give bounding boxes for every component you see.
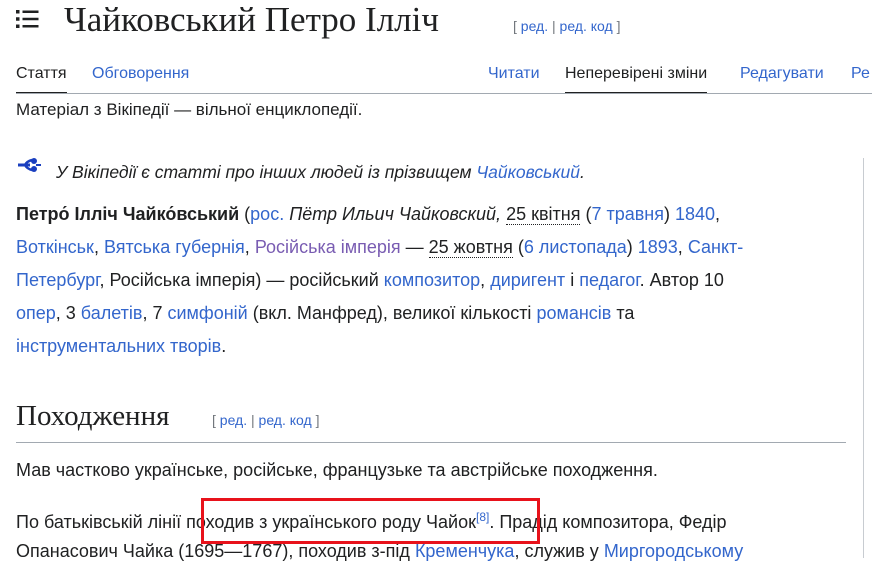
infobox-edge (863, 158, 864, 558)
hatnote-text: У Вікіпедії є статті про інших людей із … (56, 162, 477, 182)
conductor-link[interactable]: диригент (490, 270, 565, 290)
ballets-link[interactable]: балетів (81, 303, 143, 323)
tab-read[interactable]: Читати (488, 64, 540, 84)
lead-line-2: Воткінськ, Вятська губернія, Російська і… (16, 231, 836, 264)
hatnote-end: . (580, 162, 585, 182)
section-edit-link[interactable]: ред. (220, 412, 247, 428)
text: і (565, 270, 580, 290)
edit-separator: | (552, 18, 556, 34)
edit-bracket-close: ] (315, 412, 320, 428)
death-date-ns-link[interactable]: 6 листопада (524, 237, 627, 257)
lang-link-ru[interactable]: рос. (250, 204, 284, 224)
text: , (244, 237, 255, 257)
text: Опанасович Чайка (1695—1767), походив з-… (16, 541, 415, 561)
edit-bracket-close: ] (616, 18, 621, 34)
birth-date-ns-link[interactable]: 7 травня (591, 204, 664, 224)
saint-petersburg-link-a[interactable]: Санкт- (688, 237, 743, 257)
birth-date: 25 квітня (506, 204, 581, 225)
votkinsk-link[interactable]: Воткінськ (16, 237, 94, 257)
russian-name: Пётр Ильич Чайковский, (284, 204, 507, 224)
lead-line-5: інструментальних творів. (16, 330, 836, 363)
text: , 7 (142, 303, 168, 323)
text: , (480, 270, 491, 290)
instrumental-works-link[interactable]: інструментальних творів (16, 336, 221, 356)
romances-link[interactable]: романсів (536, 303, 611, 323)
kremenchuk-link[interactable]: Кременчука (415, 541, 515, 561)
text: . Автор 10 (639, 270, 724, 290)
hatnote-link[interactable]: Чайковський (476, 162, 580, 182)
text: ( (512, 237, 524, 257)
tab-article[interactable]: Стаття (16, 64, 67, 94)
text: . (221, 336, 227, 356)
section-edit-source-link[interactable]: ред. код (259, 412, 312, 428)
disambiguation-arrow-icon (18, 158, 41, 172)
page-title: Чайковський Петро Ілліч (64, 0, 439, 39)
site-tagline: Матеріал з Вікіпедії — вільної енциклопе… (16, 100, 363, 119)
symphonies-link[interactable]: симфоній (167, 303, 247, 323)
edit-bracket-open: [ (212, 412, 216, 428)
lead-paragraph: Петро́ Ілліч Чайко́вський (рос. Пётр Иль… (16, 198, 836, 363)
text: По батьківській лінії (16, 512, 187, 532)
tab-edit[interactable]: Редагувати (740, 64, 824, 84)
text: , (715, 204, 721, 224)
operas-link[interactable]: опер (16, 303, 56, 323)
text: (вкл. Манфред), великої кількості (247, 303, 537, 323)
tab-talk[interactable]: Обговорення (92, 64, 189, 84)
section-divider (16, 442, 846, 443)
myrhorod-link[interactable]: Миргородському (604, 541, 743, 561)
tab-pending-changes[interactable]: Неперевірені зміни (565, 64, 708, 94)
page-tabs: Стаття Обговорення Читати Неперевірені з… (0, 60, 872, 94)
text: ( (239, 204, 251, 224)
text: , (93, 237, 104, 257)
text: — (400, 237, 429, 257)
text: , 3 (55, 303, 81, 323)
text: . Прадід композитора, Федір (489, 512, 727, 532)
subject-name: Петро́ Ілліч Чайко́вський (16, 204, 240, 224)
hatnote: У Вікіпедії є статті про інших людей із … (56, 157, 585, 187)
edit-link[interactable]: ред. (521, 18, 548, 34)
lead-line-1: Петро́ Ілліч Чайко́вський (рос. Пётр Иль… (16, 198, 836, 231)
edit-bracket-open: [ (513, 18, 517, 34)
lead-line-4: опер, 3 балетів, 7 симфоній (вкл. Манфре… (16, 297, 836, 330)
death-date: 25 жовтня (428, 237, 513, 258)
text: , Російська імперія) — російський (99, 270, 384, 290)
text: ( (580, 204, 592, 224)
vyatka-governorate-link[interactable]: Вятська губернія (104, 237, 245, 257)
origin-paragraph-2: По батьківській лінії походив з українсь… (16, 508, 872, 566)
edit-separator: | (251, 412, 255, 428)
russian-empire-link[interactable]: Російська імперія (255, 237, 401, 257)
highlighted-text: походив з українського роду Чайок (186, 512, 476, 532)
text: , служив у (514, 541, 604, 561)
text: , (677, 237, 688, 257)
edit-source-link[interactable]: ред. код (560, 18, 613, 34)
para2-line-2: Опанасович Чайка (1695—1767), походив з-… (16, 537, 872, 566)
section-heading-origin: Походження (16, 400, 170, 432)
text: та (611, 303, 635, 323)
saint-petersburg-link-b[interactable]: Петербург (16, 270, 100, 290)
toc-menu-icon[interactable] (16, 9, 39, 29)
section-edit-links: [ ред. | ред. код ] (212, 412, 319, 428)
tab-edit-source[interactable]: Ре (851, 64, 870, 84)
birth-year-link[interactable]: 1840 (675, 204, 715, 224)
tabs-divider (16, 93, 872, 94)
composer-link[interactable]: композитор (384, 270, 480, 290)
death-year-link[interactable]: 1893 (638, 237, 678, 257)
teacher-link[interactable]: педагог (579, 270, 639, 290)
title-edit-links: [ ред. | ред. код ] (513, 18, 620, 34)
lead-line-3: Петербург, Російська імперія) — російськ… (16, 264, 836, 297)
text: ) (626, 237, 638, 257)
origin-paragraph-1: Мав частково українське, російське, фран… (16, 460, 658, 480)
text: ) (663, 204, 675, 224)
reference-8-link[interactable]: [8] (476, 510, 489, 524)
para2-line-1: По батьківській лінії походив з українсь… (16, 508, 872, 537)
